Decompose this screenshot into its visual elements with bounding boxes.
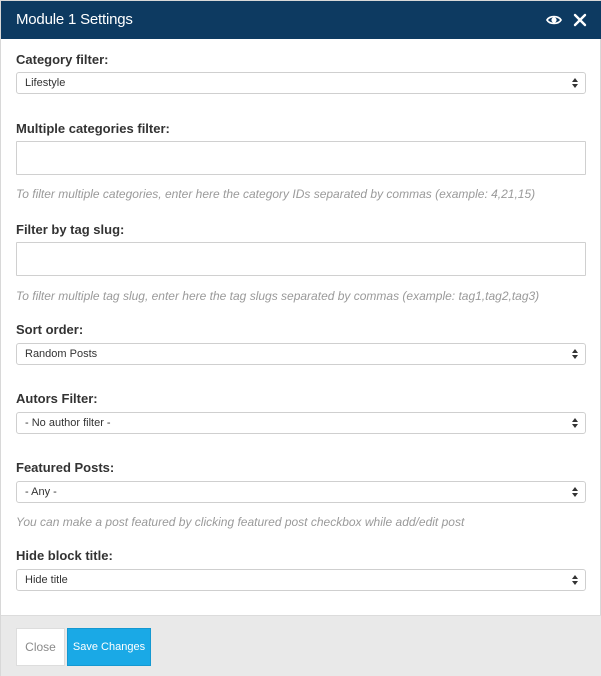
settings-modal: Module 1 Settings Category filter: Lifes… [0,0,601,676]
authors-filter-value: - No author filter - [25,417,111,429]
featured-posts-label: Featured Posts: [16,460,115,475]
hide-title-label: Hide block title: [16,548,113,563]
select-arrows-icon [572,487,578,497]
category-filter-value: Lifestyle [25,77,66,89]
authors-filter-select[interactable]: - No author filter - [16,412,586,434]
featured-posts-help: You can make a post featured by clicking… [16,515,465,529]
eye-icon[interactable] [546,12,562,28]
featured-posts-value: - Any - [25,486,57,498]
header-actions [546,12,588,28]
modal-footer: Close Save Changes [1,615,601,676]
multiple-categories-label: Multiple categories filter: [16,121,170,136]
modal-header: Module 1 Settings [1,1,601,39]
close-icon[interactable] [572,12,588,28]
select-arrows-icon [572,418,578,428]
hide-title-select[interactable]: Hide title [16,569,586,591]
hide-title-value: Hide title [25,574,68,586]
tag-slug-label: Filter by tag slug: [16,222,125,237]
tag-slug-input[interactable] [16,242,586,276]
modal-title: Module 1 Settings [16,11,133,28]
featured-posts-select[interactable]: - Any - [16,481,586,503]
select-arrows-icon [572,349,578,359]
category-filter-label: Category filter: [16,52,109,67]
tag-slug-help: To filter multiple tag slug, enter here … [16,289,540,303]
sort-order-value: Random Posts [25,348,98,360]
select-arrows-icon [572,78,578,88]
multiple-categories-help: To filter multiple categories, enter her… [16,187,536,201]
multiple-categories-input[interactable] [16,141,586,175]
sort-order-select[interactable]: Random Posts [16,343,586,365]
select-arrows-icon [572,575,578,585]
close-button[interactable]: Close [16,628,65,666]
authors-filter-label: Autors Filter: [16,391,98,406]
save-changes-button[interactable]: Save Changes [67,628,151,666]
category-filter-select[interactable]: Lifestyle [16,72,586,94]
sort-order-label: Sort order: [16,322,84,337]
